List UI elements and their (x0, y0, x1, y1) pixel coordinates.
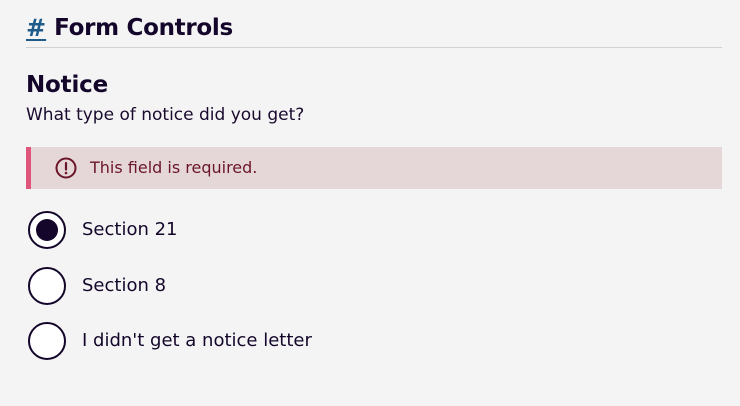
exclamation-circle-icon (55, 157, 77, 179)
section-anchor-link[interactable]: # (26, 12, 46, 44)
error-message: This field is required. (26, 147, 722, 189)
radio-button[interactable] (28, 266, 66, 305)
section-header: # Form Controls (26, 12, 722, 48)
fieldset-hint: What type of notice did you get? (26, 105, 305, 125)
radio-selected-dot (36, 219, 58, 241)
radio-button[interactable] (28, 322, 66, 360)
fieldset-legend: Notice (26, 72, 108, 98)
radio-label[interactable]: Section 8 (82, 274, 166, 298)
radio-label[interactable]: Section 21 (82, 218, 178, 242)
radio-button[interactable] (28, 211, 66, 249)
radio-label[interactable]: I didn't get a notice letter (82, 329, 312, 353)
radio-option-section-8[interactable]: Section 8 (28, 266, 312, 305)
radio-option-section-21[interactable]: Section 21 (28, 211, 312, 249)
section-title: Form Controls (54, 15, 233, 41)
radio-option-no-notice[interactable]: I didn't get a notice letter (28, 322, 312, 360)
error-text: This field is required. (90, 158, 258, 177)
radio-group: Section 21 Section 8 I didn't get a noti… (28, 211, 312, 378)
